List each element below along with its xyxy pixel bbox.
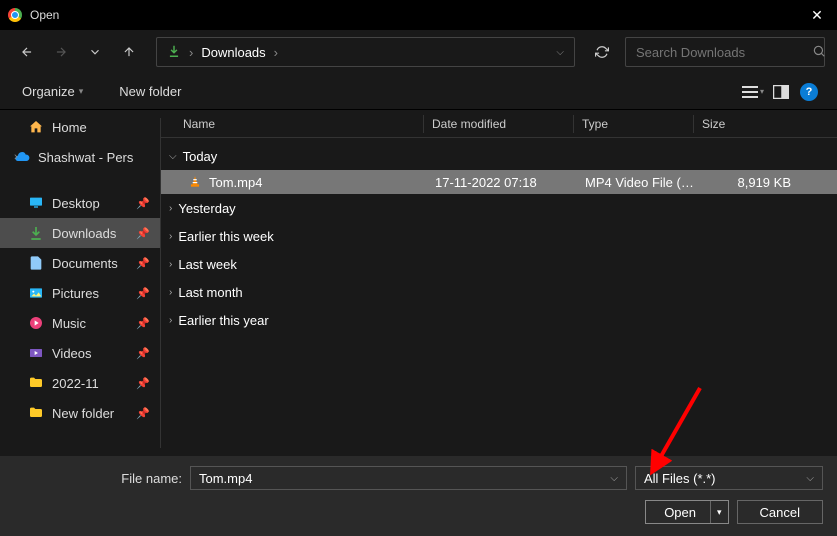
group-last-month[interactable]: ›Last month <box>161 278 837 306</box>
pin-icon: 📌 <box>136 347 150 360</box>
music-icon <box>28 315 44 331</box>
file-list-panel: Name Date modified Type Size ⌵Today Tom.… <box>161 110 837 456</box>
chevron-down-icon[interactable]: ⌵ <box>806 473 814 484</box>
documents-icon <box>28 255 44 271</box>
filename-label: File name: <box>14 471 182 486</box>
sidebar-item-downloads[interactable]: Downloads 📌 <box>0 218 160 248</box>
forward-button[interactable] <box>46 37 76 67</box>
sidebar-item-folder-2022-11[interactable]: 2022-11 📌 <box>0 368 160 398</box>
nav-row: › Downloads › ⌵ <box>0 30 837 74</box>
view-details-button[interactable]: ▾ <box>739 80 767 104</box>
sidebar-item-new-folder[interactable]: New folder 📌 <box>0 398 160 428</box>
sidebar-item-pictures[interactable]: Pictures 📌 <box>0 278 160 308</box>
chevron-down-icon[interactable]: ⌵ <box>556 47 564 58</box>
desktop-icon <box>28 195 44 211</box>
close-button[interactable]: ✕ <box>797 0 837 30</box>
help-button[interactable]: ? <box>795 80 823 104</box>
chevron-right-icon: › <box>14 151 18 163</box>
address-bar[interactable]: › Downloads › ⌵ <box>156 37 575 67</box>
pin-icon: 📌 <box>136 287 150 300</box>
file-list: ⌵Today Tom.mp4 17-11-2022 07:18 MP4 Vide… <box>161 138 837 456</box>
column-name[interactable]: Name <box>183 117 423 131</box>
pin-icon: 📌 <box>136 407 150 420</box>
preview-pane-button[interactable] <box>767 80 795 104</box>
vlc-icon <box>187 174 203 190</box>
chevron-right-icon: › <box>169 287 172 298</box>
column-date[interactable]: Date modified <box>423 115 573 133</box>
window-title: Open <box>30 8 797 22</box>
file-type: MP4 Video File (V... <box>577 175 697 190</box>
folder-icon <box>28 375 44 391</box>
recent-dropdown[interactable] <box>80 37 110 67</box>
group-yesterday[interactable]: ›Yesterday <box>161 194 837 222</box>
breadcrumb-sep: › <box>189 45 193 60</box>
toolbar: Organize▾ New folder ▾ ? <box>0 74 837 110</box>
open-button[interactable]: Open ▾ <box>645 500 728 524</box>
home-icon <box>28 119 44 135</box>
sidebar-item-home[interactable]: Home <box>0 112 160 142</box>
pictures-icon <box>28 285 44 301</box>
sidebar-item-videos[interactable]: Videos 📌 <box>0 338 160 368</box>
file-name: Tom.mp4 <box>209 175 427 190</box>
chevron-right-icon: › <box>169 231 172 242</box>
filename-input[interactable]: Tom.mp4 ⌵ <box>190 466 627 490</box>
new-folder-button[interactable]: New folder <box>111 80 189 103</box>
refresh-button[interactable] <box>587 37 617 67</box>
chrome-icon <box>8 8 22 22</box>
back-button[interactable] <box>12 37 42 67</box>
main-area: Home › Shashwat - Pers Desktop 📌 Downloa… <box>0 110 837 456</box>
download-icon <box>167 44 181 61</box>
file-date: 17-11-2022 07:18 <box>427 175 577 190</box>
search-icon <box>812 44 826 61</box>
breadcrumb-root[interactable]: Downloads <box>201 45 265 60</box>
search-box[interactable] <box>625 37 825 67</box>
up-button[interactable] <box>114 37 144 67</box>
chevron-right-icon: › <box>169 315 172 326</box>
pin-icon: 📌 <box>136 227 150 240</box>
column-headers[interactable]: Name Date modified Type Size <box>161 110 837 138</box>
sidebar-item-personal[interactable]: › Shashwat - Pers <box>0 142 160 172</box>
open-dropdown[interactable]: ▾ <box>710 501 728 523</box>
chevron-right-icon: › <box>169 259 172 270</box>
sidebar-item-music[interactable]: Music 📌 <box>0 308 160 338</box>
column-type[interactable]: Type <box>573 115 693 133</box>
pin-icon: 📌 <box>136 257 150 270</box>
cancel-button[interactable]: Cancel <box>737 500 823 524</box>
group-earlier-year[interactable]: ›Earlier this year <box>161 306 837 334</box>
file-size: 8,919 KB <box>697 175 791 190</box>
videos-icon <box>28 345 44 361</box>
titlebar: Open ✕ <box>0 0 837 30</box>
download-icon <box>28 225 44 241</box>
column-size[interactable]: Size <box>693 115 793 133</box>
search-input[interactable] <box>636 45 812 60</box>
sidebar: Home › Shashwat - Pers Desktop 📌 Downloa… <box>0 110 160 456</box>
pin-icon: 📌 <box>136 197 150 210</box>
bottom-panel: File name: Tom.mp4 ⌵ All Files (*.*) ⌵ O… <box>0 456 837 536</box>
folder-icon <box>28 405 44 421</box>
organize-button[interactable]: Organize▾ <box>14 80 91 103</box>
group-earlier-week[interactable]: ›Earlier this week <box>161 222 837 250</box>
breadcrumb-sep: › <box>274 45 278 60</box>
group-today[interactable]: ⌵Today <box>161 142 837 170</box>
chevron-down-icon: ⌵ <box>169 151 177 162</box>
help-icon: ? <box>800 83 818 101</box>
pin-icon: 📌 <box>136 317 150 330</box>
file-type-filter[interactable]: All Files (*.*) ⌵ <box>635 466 823 490</box>
pin-icon: 📌 <box>136 377 150 390</box>
group-last-week[interactable]: ›Last week <box>161 250 837 278</box>
sidebar-item-documents[interactable]: Documents 📌 <box>0 248 160 278</box>
chevron-right-icon: › <box>169 203 172 214</box>
chevron-down-icon[interactable]: ⌵ <box>610 473 618 484</box>
file-row-tom[interactable]: Tom.mp4 17-11-2022 07:18 MP4 Video File … <box>161 170 837 194</box>
sidebar-item-desktop[interactable]: Desktop 📌 <box>0 188 160 218</box>
